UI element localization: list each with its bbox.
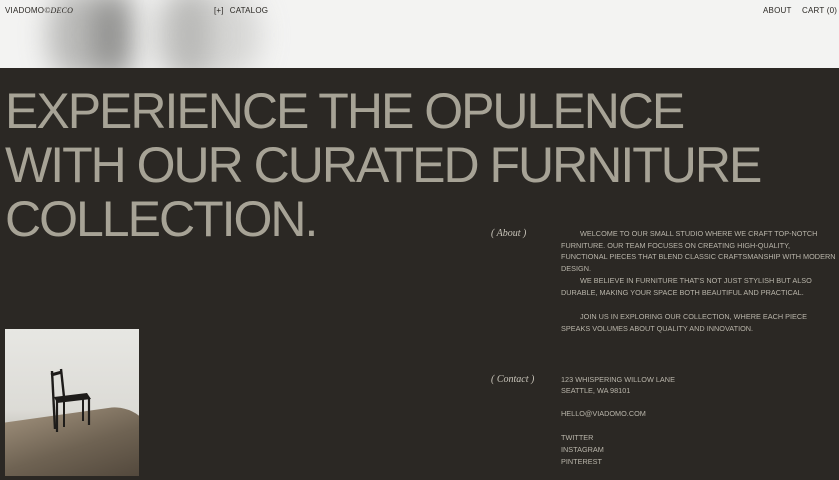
contact-label: ( Contact ) xyxy=(491,374,535,385)
logo-accent: ©DECO xyxy=(44,6,74,15)
catalog-link[interactable]: [+] CATALOG xyxy=(214,6,268,15)
instagram-link[interactable]: INSTAGRAM xyxy=(561,444,604,456)
hero-image-strip: VIADOMO©DECO [+] CATALOG ABOUT CART (0) xyxy=(0,0,839,68)
email-link[interactable]: HELLO@VIADOMO.COM xyxy=(561,408,646,420)
pinterest-link[interactable]: PINTEREST xyxy=(561,456,602,468)
about-label: ( About ) xyxy=(491,228,527,239)
plus-icon: [+] xyxy=(214,6,224,15)
blurred-image-shape xyxy=(170,0,210,68)
hero-headline: EXPERIENCE THE OPULENCE WITH OUR CURATED… xyxy=(5,84,839,246)
headline-line: WITH OUR CURATED FURNITURE xyxy=(5,137,762,193)
main-section: EXPERIENCE THE OPULENCE WITH OUR CURATED… xyxy=(0,68,839,480)
chair-icon xyxy=(50,368,91,432)
address-line: SEATTLE, WA 98101 xyxy=(561,386,631,395)
blurred-image-shape xyxy=(95,0,135,68)
about-paragraph: JOIN US IN EXPLORING OUR COLLECTION, WHE… xyxy=(561,312,808,333)
headline-line: EXPERIENCE THE OPULENCE xyxy=(5,83,685,139)
twitter-link[interactable]: TWITTER xyxy=(561,432,593,444)
about-paragraph: WELCOME TO OUR SMALL STUDIO WHERE WE CRA… xyxy=(561,229,836,273)
address-line: 123 WHISPERING WILLOW LANE xyxy=(561,375,675,384)
catalog-label: CATALOG xyxy=(229,6,269,15)
cart-link[interactable]: CART (0) xyxy=(802,6,837,15)
logo-main: VIADOMO xyxy=(5,6,45,15)
site-logo[interactable]: VIADOMO©DECO xyxy=(5,6,73,15)
about-link[interactable]: ABOUT xyxy=(763,6,792,15)
product-image-chair[interactable] xyxy=(5,329,139,476)
about-paragraph: WE BELIEVE IN FURNITURE THAT'S NOT JUST … xyxy=(561,276,812,297)
